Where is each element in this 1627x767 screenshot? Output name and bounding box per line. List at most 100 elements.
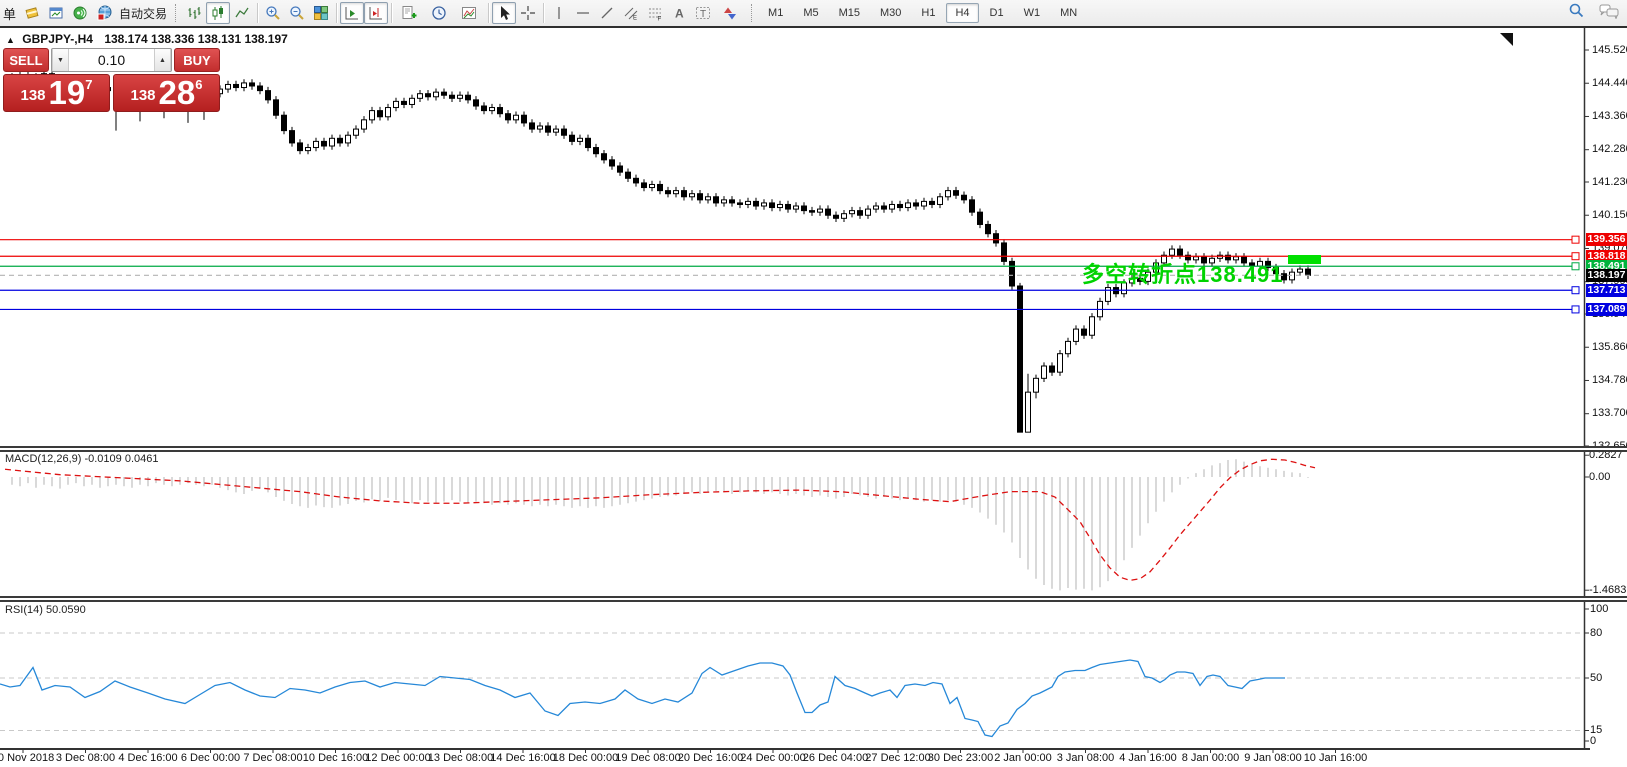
candle xyxy=(890,204,895,209)
volume-increase-button[interactable]: ▲ xyxy=(154,49,171,71)
timeframe-m15[interactable]: M15 xyxy=(830,3,869,23)
buy-price-prefix: 138 xyxy=(131,83,156,109)
search-icon[interactable] xyxy=(1568,2,1585,24)
scroll-to-end-icon[interactable] xyxy=(1500,33,1513,46)
vertical-line-icon[interactable] xyxy=(547,2,571,24)
rsi-scale-label: 100 xyxy=(1590,603,1608,615)
time-tick-label: 30 Dec 23:00 xyxy=(928,752,993,764)
auto-scroll-icon[interactable] xyxy=(340,2,364,24)
chart-shift-icon[interactable] xyxy=(364,2,388,24)
candle xyxy=(842,214,847,219)
macd-scale-label: 0.00 xyxy=(1589,471,1610,483)
cursor-icon[interactable] xyxy=(492,2,516,24)
candle xyxy=(794,206,799,209)
candle xyxy=(978,212,983,224)
timeframe-h1[interactable]: H1 xyxy=(912,3,944,23)
sell-quote-button[interactable]: 138 19 7 xyxy=(3,74,110,112)
price-tick-label: 134.780 xyxy=(1592,374,1627,386)
buy-button[interactable]: BUY xyxy=(174,48,220,72)
order-shortcut[interactable]: 单 xyxy=(3,4,16,23)
toolbar-grip xyxy=(751,4,754,22)
arrows-shapes-icon[interactable] xyxy=(715,2,747,24)
timeframe-m1[interactable]: M1 xyxy=(759,3,792,23)
crosshair-icon[interactable] xyxy=(516,2,540,24)
time-tick-label: 4 Dec 16:00 xyxy=(118,752,177,764)
equidistant-channel-icon[interactable]: E xyxy=(619,2,643,24)
candle xyxy=(1298,269,1303,272)
fibonacci-icon[interactable]: F xyxy=(643,2,667,24)
price-tick-label: 140.150 xyxy=(1592,209,1627,221)
time-tick-label: 8 Jan 00:00 xyxy=(1182,752,1240,764)
candle xyxy=(442,92,447,95)
zoom-out-icon[interactable] xyxy=(285,2,309,24)
candle xyxy=(570,135,575,141)
candle xyxy=(954,191,959,196)
time-tick-label: 4 Jan 16:00 xyxy=(1119,752,1177,764)
pivot-annotation: 多空转折点138.491 xyxy=(1082,257,1284,289)
pane-divider[interactable] xyxy=(0,446,1627,452)
level-handle[interactable] xyxy=(1572,287,1579,294)
indicators-icon[interactable] xyxy=(395,2,425,24)
candle xyxy=(618,166,623,172)
timeframe-h4[interactable]: H4 xyxy=(946,3,978,23)
candle xyxy=(906,203,911,208)
chat-icon[interactable] xyxy=(1599,3,1619,24)
time-tick-label: 14 Dec 16:00 xyxy=(490,752,555,764)
tile-windows-icon[interactable] xyxy=(309,2,333,24)
chart-window-icon[interactable] xyxy=(44,2,68,24)
timeframe-mn[interactable]: MN xyxy=(1051,3,1086,23)
new-order-icon[interactable] xyxy=(20,2,44,24)
svg-text:E: E xyxy=(633,16,637,22)
buy-quote-button[interactable]: 138 28 6 xyxy=(113,74,220,112)
sell-price-prefix: 138 xyxy=(21,83,46,109)
horizontal-line-icon[interactable] xyxy=(571,2,595,24)
price-tick-label: 143.360 xyxy=(1592,110,1627,122)
volume-decrease-button[interactable]: ▼ xyxy=(52,49,69,71)
candle xyxy=(818,209,823,212)
level-handle[interactable] xyxy=(1572,253,1579,260)
line-chart-icon[interactable] xyxy=(230,2,254,24)
level-handle[interactable] xyxy=(1572,236,1579,243)
price-level-chip: 137.089 xyxy=(1586,303,1627,316)
chart-canvas[interactable] xyxy=(0,0,1627,767)
autotrading-label[interactable]: 自动交易 xyxy=(119,5,167,22)
sell-price-big: 19 xyxy=(49,76,86,109)
templates-icon[interactable] xyxy=(455,2,485,24)
pane-divider[interactable] xyxy=(0,596,1627,602)
text-icon[interactable]: A xyxy=(667,2,691,24)
time-tick-label: 9 Jan 08:00 xyxy=(1244,752,1302,764)
candle xyxy=(258,86,263,91)
text-label-icon[interactable]: T xyxy=(691,2,715,24)
level-handle[interactable] xyxy=(1572,306,1579,313)
level-handle[interactable] xyxy=(1572,263,1579,270)
candle xyxy=(882,206,887,209)
timeframe-m5[interactable]: M5 xyxy=(794,3,827,23)
candle xyxy=(458,95,463,98)
candle xyxy=(346,135,351,143)
candle xyxy=(1178,249,1183,255)
candle xyxy=(834,215,839,218)
candle xyxy=(290,131,295,143)
trendline-icon[interactable] xyxy=(595,2,619,24)
candle xyxy=(226,84,231,89)
volume-value[interactable]: 0.10 xyxy=(69,49,154,71)
rsi-scale-label: 50 xyxy=(1590,672,1602,684)
sounds-icon[interactable] xyxy=(68,2,92,24)
timeframe-d1[interactable]: D1 xyxy=(981,3,1013,23)
sell-button[interactable]: SELL xyxy=(3,48,49,72)
candle xyxy=(298,143,303,151)
candle xyxy=(306,148,311,151)
candlestick-icon[interactable] xyxy=(206,2,230,24)
zoom-in-icon[interactable] xyxy=(261,2,285,24)
timeframe-m30[interactable]: M30 xyxy=(871,3,910,23)
candle xyxy=(962,195,967,200)
candle xyxy=(1026,392,1031,432)
periods-icon[interactable] xyxy=(425,2,455,24)
timeframe-w1[interactable]: W1 xyxy=(1015,3,1050,23)
collapse-chart-icon[interactable]: ▲ xyxy=(6,35,15,45)
autotrading-icon[interactable] xyxy=(92,2,118,24)
price-tick-label: 145.520 xyxy=(1592,44,1627,56)
timeframe-group: M1M5M15M30H1H4D1W1MN xyxy=(758,3,1087,23)
toolbar-separator xyxy=(543,3,544,23)
bar-chart-icon[interactable] xyxy=(182,2,206,24)
